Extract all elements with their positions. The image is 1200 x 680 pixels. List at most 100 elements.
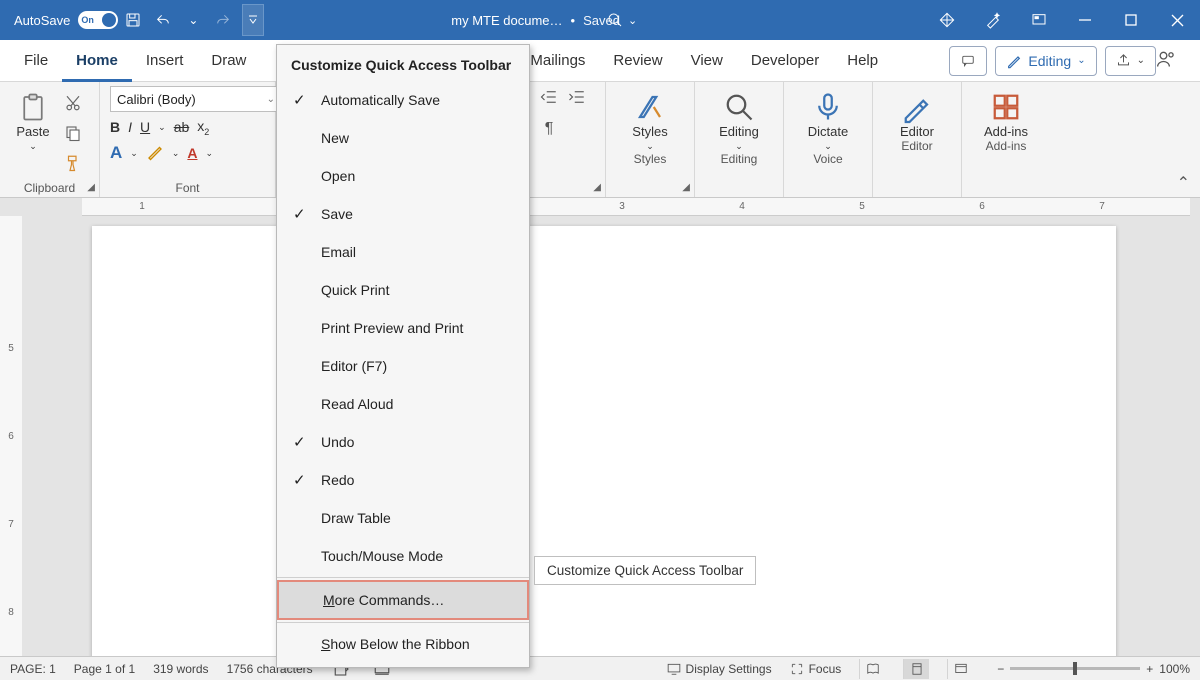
status-page-long[interactable]: Page 1 of 1 xyxy=(74,662,135,676)
strike-button[interactable]: ab xyxy=(174,119,190,135)
decrease-indent-icon[interactable] xyxy=(538,86,560,108)
comments-button[interactable] xyxy=(949,46,987,76)
tooltip: Customize Quick Access Toolbar xyxy=(534,556,756,585)
editor-button[interactable]: Editor xyxy=(883,86,951,139)
menu-item-autosave[interactable]: Automatically Save xyxy=(277,81,529,119)
undo-icon[interactable] xyxy=(148,0,178,40)
menu-item-more-commands[interactable]: More Commands… xyxy=(277,580,529,620)
group-label: Voice xyxy=(794,152,862,168)
diamond-icon[interactable] xyxy=(924,0,970,40)
group-styles: Styles⌄ Styles ◢ xyxy=(606,82,695,197)
status-page-short[interactable]: PAGE: 1 xyxy=(10,662,56,676)
redo-icon[interactable] xyxy=(208,0,238,40)
bold-button[interactable]: B xyxy=(110,119,120,135)
paste-button[interactable]: Paste⌄ xyxy=(10,86,56,152)
dialog-launcher-icon[interactable]: ◢ xyxy=(593,182,601,193)
text-effects-button[interactable]: A xyxy=(110,143,122,163)
web-layout-icon[interactable] xyxy=(947,659,973,679)
share-button[interactable]: ⌄ xyxy=(1105,46,1156,76)
italic-button[interactable]: I xyxy=(128,119,132,135)
focus-button[interactable]: Focus xyxy=(790,662,842,676)
autosave-label: AutoSave xyxy=(14,13,70,28)
group-label: Font xyxy=(110,181,265,197)
menu-item-redo[interactable]: Redo xyxy=(277,461,529,499)
menu-item-drawtable[interactable]: Draw Table xyxy=(277,499,529,537)
document-area: 1 3 4 5 6 7 5 6 7 8 xyxy=(0,198,1200,656)
close-button[interactable] xyxy=(1154,0,1200,40)
status-words[interactable]: 319 words xyxy=(153,662,208,676)
dictate-button[interactable]: Dictate⌄ xyxy=(794,86,862,152)
pilcrow-icon[interactable]: ¶ xyxy=(538,118,560,140)
dialog-launcher-icon[interactable]: ◢ xyxy=(87,182,95,193)
zoom-out-icon[interactable]: − xyxy=(997,662,1004,676)
group-label: Editor xyxy=(883,139,951,155)
status-bar: PAGE: 1 Page 1 of 1 319 words 1756 chara… xyxy=(0,656,1200,680)
group-voice: Dictate⌄ Voice xyxy=(784,82,873,197)
underline-button[interactable]: U xyxy=(140,119,150,135)
group-editor: Editor Editor xyxy=(873,82,962,197)
group-font: Calibri (Body)⌄ B I U⌄ ab x2 A⌄ ⌄ A⌄ Fon… xyxy=(100,82,276,197)
ribbon-display-icon[interactable] xyxy=(1016,0,1062,40)
doc-name: my MTE docume… xyxy=(451,13,562,28)
cut-icon[interactable] xyxy=(62,92,84,114)
titlebar: AutoSave On ⌄ my MTE docume… • Saved ⌄ xyxy=(0,0,1200,40)
collapse-ribbon-icon[interactable]: ⌃ xyxy=(1177,173,1190,193)
dialog-launcher-icon[interactable]: ◢ xyxy=(682,182,690,193)
font-family-select[interactable]: Calibri (Body)⌄ xyxy=(110,86,282,112)
editing-mode-button[interactable]: Editing⌄ xyxy=(995,46,1096,76)
tab-help[interactable]: Help xyxy=(833,40,892,82)
save-icon[interactable] xyxy=(118,0,148,40)
styles-button[interactable]: Styles⌄ xyxy=(616,86,684,152)
font-color-button[interactable]: A xyxy=(187,145,197,161)
copy-icon[interactable] xyxy=(62,122,84,144)
menu-item-editor[interactable]: Editor (F7) xyxy=(277,347,529,385)
menu-item-show-below[interactable]: Show Below the Ribbon xyxy=(277,625,529,663)
document-page[interactable] xyxy=(92,226,1116,666)
menu-item-printpreview[interactable]: Print Preview and Print xyxy=(277,309,529,347)
ribbon: Paste⌄ Clipboard ◢ Calibri (Body)⌄ B I U… xyxy=(0,82,1200,198)
horizontal-ruler[interactable]: 1 3 4 5 6 7 xyxy=(82,198,1190,216)
search-icon[interactable] xyxy=(600,0,630,40)
menu-item-quickprint[interactable]: Quick Print xyxy=(277,271,529,309)
tab-developer[interactable]: Developer xyxy=(737,40,833,82)
read-mode-icon[interactable] xyxy=(859,659,885,679)
menu-item-email[interactable]: Email xyxy=(277,233,529,271)
vertical-ruler[interactable]: 5 6 7 8 xyxy=(0,216,22,656)
zoom-level[interactable]: 100% xyxy=(1159,662,1190,676)
menu-item-undo[interactable]: Undo xyxy=(277,423,529,461)
account-icon[interactable] xyxy=(1156,49,1190,73)
tab-home[interactable]: Home xyxy=(62,40,132,82)
editing-button[interactable]: Editing⌄ xyxy=(705,86,773,152)
tab-insert[interactable]: Insert xyxy=(132,40,198,82)
addins-button[interactable]: Add-ins xyxy=(972,86,1040,139)
menu-item-touchmouse[interactable]: Touch/Mouse Mode xyxy=(277,537,529,575)
tab-file[interactable]: File xyxy=(10,40,62,82)
zoom-slider[interactable]: − + 100% xyxy=(997,662,1190,676)
maximize-button[interactable] xyxy=(1108,0,1154,40)
qat-customize-button[interactable] xyxy=(242,4,264,36)
minimize-button[interactable] xyxy=(1062,0,1108,40)
qat-customize-menu: Customize Quick Access Toolbar Automatic… xyxy=(276,44,530,668)
format-painter-icon[interactable] xyxy=(62,152,84,174)
menu-item-new[interactable]: New xyxy=(277,119,529,157)
tab-review[interactable]: Review xyxy=(599,40,676,82)
subscript-button[interactable]: x2 xyxy=(197,118,209,137)
ribbon-tabs: File Home Insert Draw Mailings Review Vi… xyxy=(0,40,1200,82)
undo-dropdown-icon[interactable]: ⌄ xyxy=(178,0,208,40)
group-clipboard: Paste⌄ Clipboard ◢ xyxy=(0,82,100,197)
group-label: Clipboard xyxy=(10,181,89,197)
display-settings-button[interactable]: Display Settings xyxy=(667,662,772,676)
toggle-switch[interactable]: On xyxy=(78,11,118,29)
highlight-button[interactable] xyxy=(146,143,164,164)
autosave-toggle[interactable]: AutoSave On xyxy=(14,11,118,29)
tab-view[interactable]: View xyxy=(677,40,737,82)
zoom-in-icon[interactable]: + xyxy=(1146,662,1153,676)
print-layout-icon[interactable] xyxy=(903,659,929,679)
tab-draw[interactable]: Draw xyxy=(197,40,260,82)
menu-item-readaloud[interactable]: Read Aloud xyxy=(277,385,529,423)
pencil-sparkle-icon[interactable] xyxy=(970,0,1016,40)
group-label: Add-ins xyxy=(972,139,1040,155)
increase-indent-icon[interactable] xyxy=(566,86,588,108)
menu-item-open[interactable]: Open xyxy=(277,157,529,195)
menu-item-save[interactable]: Save xyxy=(277,195,529,233)
